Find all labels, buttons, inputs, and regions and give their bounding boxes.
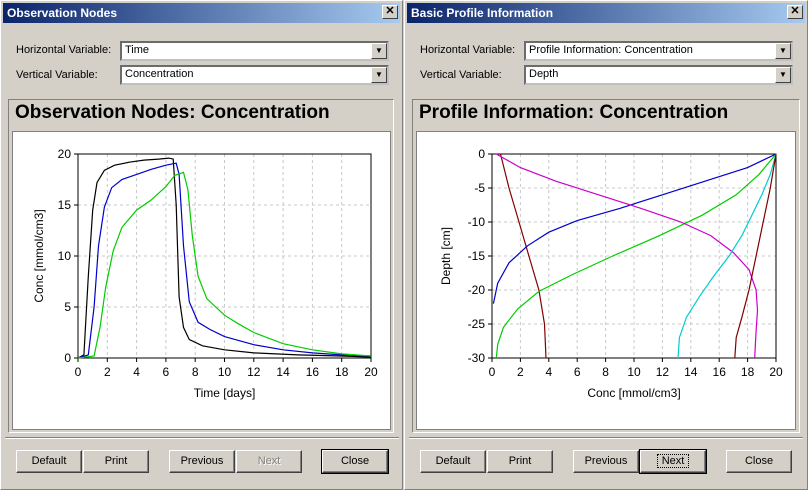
right-next-label: Next — [656, 454, 690, 468]
x-tick-label: 2 — [517, 365, 524, 379]
x-tick-label: 8 — [192, 365, 199, 379]
x-tick-label: 10 — [218, 365, 232, 379]
right-print-button[interactable]: Print — [487, 450, 553, 473]
x-tick-label: 4 — [133, 365, 140, 379]
left-close-button[interactable]: Close — [321, 449, 389, 474]
x-tick-label: 12 — [247, 365, 261, 379]
x-tick-label: 6 — [574, 365, 581, 379]
x-tick-label: 20 — [769, 365, 783, 379]
left-plot-area: 0 2 4 6 8 10 12 14 16 18 20 0 5 10 15 20 Time [days] Conc… — [12, 131, 391, 430]
left-vertical-select[interactable]: Concentration ▼ — [120, 65, 389, 85]
right-plot-area: 0 2 4 6 8 10 12 14 16 18 20 0 -5 -10 -15 -20 -25 -30 Conc … — [416, 131, 796, 430]
right-default-button[interactable]: Default — [420, 450, 486, 473]
left-default-button[interactable]: Default — [16, 450, 82, 473]
observation-nodes-window: Observation Nodes ✕ Horizontal Variable:… — [0, 0, 403, 490]
right-horizontal-label: Horizontal Variable: — [420, 44, 516, 56]
chevron-down-icon[interactable]: ▼ — [371, 67, 387, 83]
chevron-down-icon[interactable]: ▼ — [775, 67, 791, 83]
left-chart-panel: Observation Nodes: Concentration 0 2 4 6 8 10… — [8, 99, 394, 433]
x-tick-label: 18 — [741, 365, 755, 379]
y-tick-label: 20 — [58, 147, 72, 161]
y-tick-label: 15 — [58, 198, 72, 212]
left-title-bar[interactable]: Observation Nodes ✕ — [3, 3, 400, 23]
x-tick-label: 6 — [163, 365, 170, 379]
chevron-down-icon[interactable]: ▼ — [371, 43, 387, 59]
right-separator — [409, 437, 803, 439]
basic-profile-window: Basic Profile Information ✕ Horizontal V… — [404, 0, 808, 490]
right-horizontal-value: Profile Information: Concentration — [529, 44, 693, 56]
x-axis-label: Time [days] — [194, 386, 256, 400]
right-vertical-select[interactable]: Depth ▼ — [524, 65, 793, 85]
left-horizontal-label: Horizontal Variable: — [16, 44, 112, 56]
y-tick-label: -15 — [468, 249, 486, 263]
right-close-icon[interactable]: ✕ — [787, 5, 803, 19]
left-next-button[interactable]: Next — [236, 450, 302, 473]
y-tick-label: 10 — [58, 249, 72, 263]
x-tick-label: 4 — [545, 365, 552, 379]
x-tick-label: 0 — [75, 365, 82, 379]
chevron-down-icon[interactable]: ▼ — [775, 43, 791, 59]
y-tick-label: -30 — [468, 351, 486, 365]
x-tick-label: 14 — [276, 365, 290, 379]
y-tick-label: -25 — [468, 317, 486, 331]
right-title-bar[interactable]: Basic Profile Information ✕ — [407, 3, 805, 23]
x-tick-label: 16 — [306, 365, 320, 379]
x-tick-label: 0 — [489, 365, 496, 379]
right-chart-heading: Profile Information: Concentration — [419, 102, 729, 123]
left-separator — [5, 437, 399, 439]
right-vertical-label: Vertical Variable: — [420, 69, 502, 81]
x-tick-label: 8 — [602, 365, 609, 379]
y-tick-label: -20 — [468, 283, 486, 297]
x-tick-label: 2 — [104, 365, 111, 379]
x-tick-label: 10 — [627, 365, 641, 379]
right-previous-button[interactable]: Previous — [573, 450, 639, 473]
left-horizontal-value: Time — [125, 44, 150, 56]
y-axis-label: Depth [cm] — [439, 227, 453, 285]
observation-chart: 0 2 4 6 8 10 12 14 16 18 20 0 5 10 15 20 Time [days] Conc… — [32, 147, 378, 400]
left-window-title: Observation Nodes — [7, 6, 118, 20]
y-tick-label: 5 — [64, 300, 71, 314]
right-close-button[interactable]: Close — [726, 450, 792, 473]
y-tick-label: 0 — [64, 351, 71, 365]
left-horizontal-select[interactable]: Time ▼ — [120, 41, 389, 61]
x-tick-label: 12 — [656, 365, 670, 379]
left-print-button[interactable]: Print — [83, 450, 149, 473]
x-tick-label: 16 — [713, 365, 727, 379]
right-window-title: Basic Profile Information — [411, 6, 554, 20]
left-chart-heading: Observation Nodes: Concentration — [15, 102, 330, 123]
x-tick-label: 20 — [364, 365, 378, 379]
x-tick-label: 14 — [684, 365, 698, 379]
left-close-icon[interactable]: ✕ — [382, 5, 398, 19]
y-axis-label: Conc [mmol/cm3] — [32, 209, 46, 302]
left-vertical-value: Concentration — [125, 68, 194, 80]
profile-chart: 0 2 4 6 8 10 12 14 16 18 20 0 -5 -10 -15 -20 -25 -30 Conc … — [439, 147, 783, 400]
y-tick-label: 0 — [478, 147, 485, 161]
x-axis-label: Conc [mmol/cm3] — [587, 386, 680, 400]
y-tick-label: -5 — [474, 181, 485, 195]
y-tick-label: -10 — [468, 215, 486, 229]
x-tick-label: 18 — [335, 365, 349, 379]
right-next-button[interactable]: Next — [639, 449, 707, 474]
left-vertical-label: Vertical Variable: — [16, 69, 98, 81]
right-horizontal-select[interactable]: Profile Information: Concentration ▼ — [524, 41, 793, 61]
right-vertical-value: Depth — [529, 68, 559, 80]
right-chart-panel: Profile Information: Concentration 0 2 4 6 8… — [412, 99, 800, 433]
left-previous-button[interactable]: Previous — [169, 450, 235, 473]
